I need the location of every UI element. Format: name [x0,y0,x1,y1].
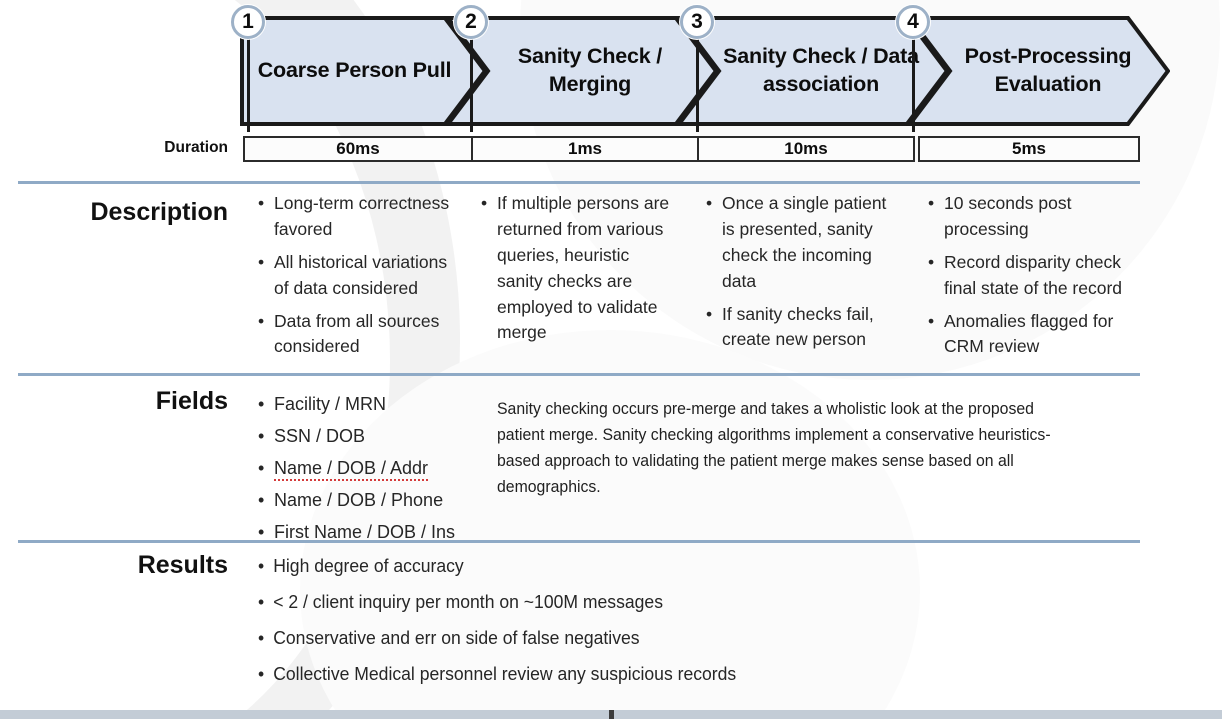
stage-badge-2[interactable]: 2 [454,5,488,39]
list-item: If sanity checks fail, create new person [706,302,898,354]
list-item: 10 seconds post processing [928,191,1128,243]
fields-row-label: Fields [155,387,228,415]
description-row-label: Description [90,198,228,226]
duration-box-2: 1ms [471,136,699,162]
description-column-4: 10 seconds post processing Record dispar… [928,191,1128,367]
list-item: If multiple persons are returned from va… [481,191,671,346]
list-item: Data from all sources considered [258,309,458,361]
fields-item-spellchecked: Name / DOB / Addr [274,458,429,481]
description-column-2: If multiple persons are returned from va… [481,191,671,353]
list-item: Once a single patient is presented, sani… [706,191,898,295]
list-item: All historical variations of data consid… [258,250,458,302]
divider-above-fields [18,373,1140,376]
description-column-3: Once a single patient is presented, sani… [706,191,898,360]
duration-row-label: Duration [164,139,228,156]
bottom-center-mark [609,710,614,719]
description-column-1: Long-term correctness favored All histor… [258,191,458,367]
list-item: Anomalies flagged for CRM review [928,309,1128,361]
list-item: First Name / DOB / Ins [258,519,508,546]
list-item: Conservative and err on side of false ne… [258,626,980,651]
stage-badge-1[interactable]: 1 [231,5,265,39]
results-list: High degree of accuracy < 2 / client inq… [258,554,1018,698]
stage-badge-3[interactable]: 3 [680,5,714,39]
duration-box-1: 60ms [243,136,473,162]
fields-list: Facility / MRN SSN / DOB Name / DOB / Ad… [258,391,508,551]
fields-explanatory-paragraph: Sanity checking occurs pre-merge and tak… [497,399,1051,496]
list-item: Facility / MRN [258,391,508,418]
chevron-label-4: Post-Processing Evaluation [964,44,1132,96]
divider-above-description [18,181,1140,184]
list-item: SSN / DOB [258,423,508,450]
list-item: Record disparity check final state of th… [928,250,1128,302]
list-item: Collective Medical personnel review any … [258,662,980,687]
list-item: Long-term correctness favored [258,191,458,243]
slide-canvas: Coarse Person Pull Sanity Check / Mergin… [0,0,1222,719]
list-item: Name / DOB / Phone [258,487,508,514]
chevron-label-1: Coarse Person Pull [257,58,452,83]
divider-above-results [18,540,1140,543]
list-item: High degree of accuracy [258,554,980,579]
chevron-label-2: Sanity Check / Merging [517,44,663,96]
stage-badge-4[interactable]: 4 [896,5,930,39]
duration-box-4: 5ms [918,136,1140,162]
results-row-label: Results [137,551,228,579]
list-item: < 2 / client inquiry per month on ~100M … [258,590,980,615]
list-item: Name / DOB / Addr [258,455,508,482]
duration-box-3: 10ms [697,136,915,162]
